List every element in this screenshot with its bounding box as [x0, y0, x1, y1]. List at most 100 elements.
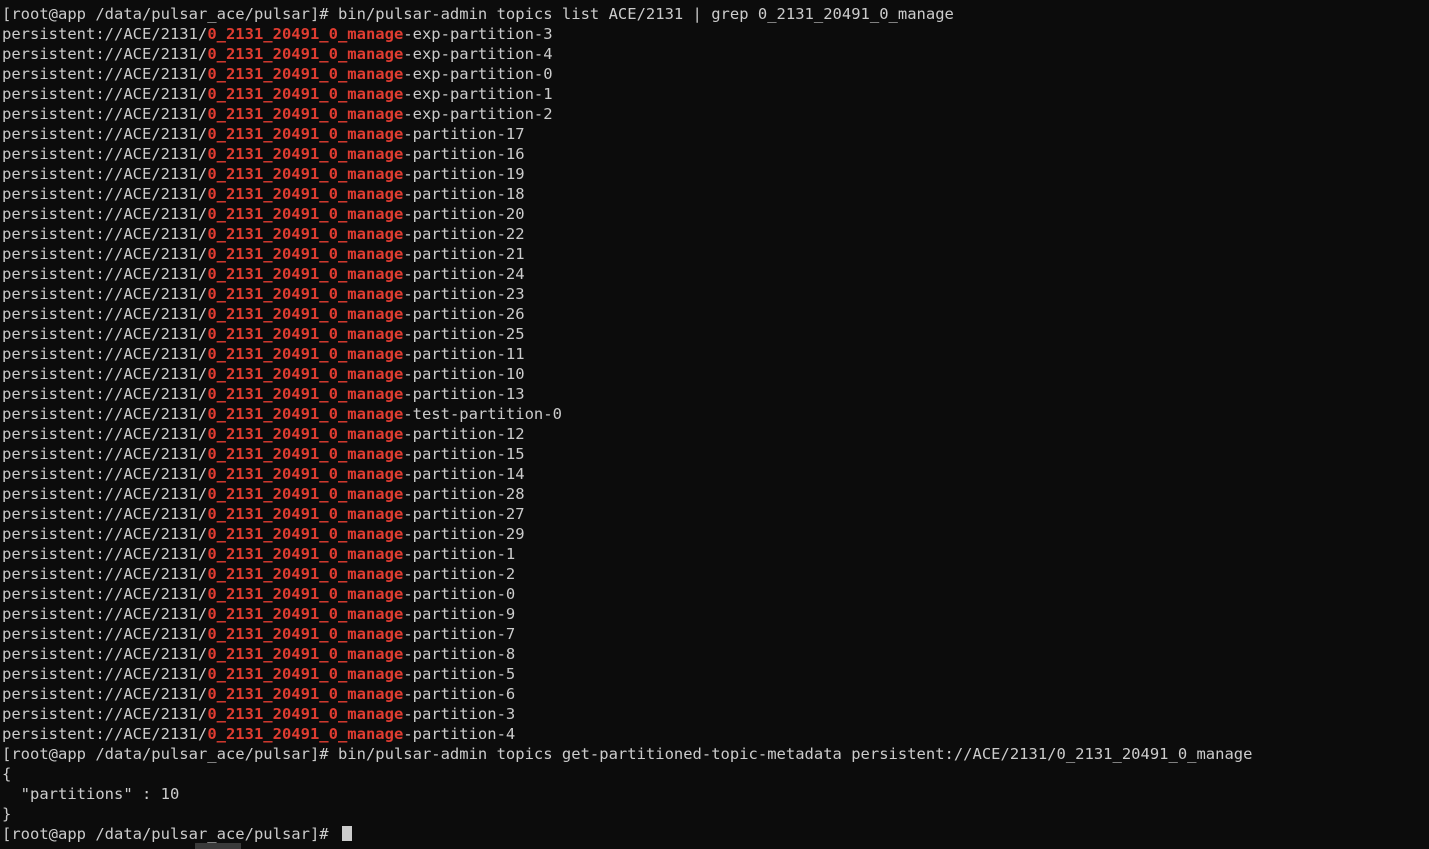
topic-line: persistent://ACE/2131/0_2131_20491_0_man…	[2, 544, 1429, 564]
grep-match: 0_2131_20491_0_manage	[207, 305, 404, 323]
topic-line: persistent://ACE/2131/0_2131_20491_0_man…	[2, 84, 1429, 104]
grep-match: 0_2131_20491_0_manage	[207, 365, 404, 383]
topic-prefix: persistent://ACE/2131/	[2, 185, 208, 203]
terminal-window[interactable]: [root@app /data/pulsar_ace/pulsar]# bin/…	[0, 0, 1429, 849]
prompt: [root@app /data/pulsar_ace/pulsar]#	[2, 745, 338, 763]
topic-prefix: persistent://ACE/2131/	[2, 705, 208, 723]
grep-match: 0_2131_20491_0_manage	[207, 225, 404, 243]
grep-match: 0_2131_20491_0_manage	[207, 285, 404, 303]
grep-match: 0_2131_20491_0_manage	[207, 345, 404, 363]
topic-line: persistent://ACE/2131/0_2131_20491_0_man…	[2, 704, 1429, 724]
prompt: [root@app /data/pulsar_ace/pulsar]#	[2, 5, 338, 23]
topic-line: persistent://ACE/2131/0_2131_20491_0_man…	[2, 164, 1429, 184]
grep-match: 0_2131_20491_0_manage	[207, 445, 404, 463]
topic-line: persistent://ACE/2131/0_2131_20491_0_man…	[2, 124, 1429, 144]
topic-prefix: persistent://ACE/2131/	[2, 485, 208, 503]
topic-suffix: -partition-20	[403, 205, 525, 223]
topic-suffix: -partition-13	[403, 385, 525, 403]
topic-suffix: -partition-29	[403, 525, 525, 543]
topic-prefix: persistent://ACE/2131/	[2, 725, 208, 743]
topic-line: persistent://ACE/2131/0_2131_20491_0_man…	[2, 404, 1429, 424]
topic-line: persistent://ACE/2131/0_2131_20491_0_man…	[2, 624, 1429, 644]
topic-prefix: persistent://ACE/2131/	[2, 305, 208, 323]
topic-suffix: -partition-10	[403, 365, 525, 383]
topic-line: persistent://ACE/2131/0_2131_20491_0_man…	[2, 564, 1429, 584]
topic-suffix: -partition-24	[403, 265, 525, 283]
topic-suffix: -partition-15	[403, 445, 525, 463]
topic-line: persistent://ACE/2131/0_2131_20491_0_man…	[2, 304, 1429, 324]
topic-suffix: -partition-18	[403, 185, 525, 203]
grep-match: 0_2131_20491_0_manage	[207, 465, 404, 483]
grep-match: 0_2131_20491_0_manage	[207, 545, 404, 563]
grep-match: 0_2131_20491_0_manage	[207, 145, 404, 163]
topic-prefix: persistent://ACE/2131/	[2, 425, 208, 443]
grep-match: 0_2131_20491_0_manage	[207, 245, 404, 263]
grep-match: 0_2131_20491_0_manage	[207, 165, 404, 183]
topic-prefix: persistent://ACE/2131/	[2, 405, 208, 423]
topic-prefix: persistent://ACE/2131/	[2, 165, 208, 183]
topic-suffix: -exp-partition-2	[403, 105, 553, 123]
topic-suffix: -partition-14	[403, 465, 525, 483]
grep-match: 0_2131_20491_0_manage	[207, 265, 404, 283]
json-output-line: {	[2, 765, 12, 783]
topic-suffix: -partition-26	[403, 305, 525, 323]
command-text: bin/pulsar-admin topics list ACE/2131 | …	[337, 5, 954, 23]
grep-match: 0_2131_20491_0_manage	[207, 125, 404, 143]
topic-line: persistent://ACE/2131/0_2131_20491_0_man…	[2, 424, 1429, 444]
topic-prefix: persistent://ACE/2131/	[2, 205, 208, 223]
topic-line: persistent://ACE/2131/0_2131_20491_0_man…	[2, 484, 1429, 504]
grep-match: 0_2131_20491_0_manage	[207, 85, 404, 103]
topic-prefix: persistent://ACE/2131/	[2, 225, 208, 243]
topic-prefix: persistent://ACE/2131/	[2, 545, 208, 563]
topic-prefix: persistent://ACE/2131/	[2, 65, 208, 83]
topic-suffix: -partition-28	[403, 485, 525, 503]
grep-match: 0_2131_20491_0_manage	[207, 665, 404, 683]
topic-prefix: persistent://ACE/2131/	[2, 105, 208, 123]
topic-prefix: persistent://ACE/2131/	[2, 685, 208, 703]
topic-prefix: persistent://ACE/2131/	[2, 285, 208, 303]
topic-suffix: -partition-0	[403, 585, 516, 603]
topic-suffix: -partition-23	[403, 285, 525, 303]
topic-line: persistent://ACE/2131/0_2131_20491_0_man…	[2, 644, 1429, 664]
grep-match: 0_2131_20491_0_manage	[207, 325, 404, 343]
topic-list-output: persistent://ACE/2131/0_2131_20491_0_man…	[2, 24, 1429, 744]
topic-suffix: -test-partition-0	[403, 405, 562, 423]
command-text: bin/pulsar-admin topics get-partitioned-…	[337, 745, 1253, 763]
grep-match: 0_2131_20491_0_manage	[207, 45, 404, 63]
topic-suffix: -exp-partition-3	[403, 25, 553, 43]
topic-line: persistent://ACE/2131/0_2131_20491_0_man…	[2, 384, 1429, 404]
topic-prefix: persistent://ACE/2131/	[2, 265, 208, 283]
topic-prefix: persistent://ACE/2131/	[2, 25, 208, 43]
topic-prefix: persistent://ACE/2131/	[2, 325, 208, 343]
scrollbar-thumb[interactable]	[195, 843, 241, 849]
topic-line: persistent://ACE/2131/0_2131_20491_0_man…	[2, 104, 1429, 124]
command-line-3[interactable]: [root@app /data/pulsar_ace/pulsar]#	[2, 824, 1429, 844]
topic-suffix: -partition-16	[403, 145, 525, 163]
topic-line: persistent://ACE/2131/0_2131_20491_0_man…	[2, 504, 1429, 524]
topic-prefix: persistent://ACE/2131/	[2, 565, 208, 583]
topic-prefix: persistent://ACE/2131/	[2, 45, 208, 63]
topic-prefix: persistent://ACE/2131/	[2, 245, 208, 263]
grep-match: 0_2131_20491_0_manage	[207, 25, 404, 43]
topic-suffix: -partition-22	[403, 225, 525, 243]
grep-match: 0_2131_20491_0_manage	[207, 625, 404, 643]
grep-match: 0_2131_20491_0_manage	[207, 385, 404, 403]
topic-suffix: -partition-25	[403, 325, 525, 343]
topic-prefix: persistent://ACE/2131/	[2, 145, 208, 163]
grep-match: 0_2131_20491_0_manage	[207, 505, 404, 523]
topic-line: persistent://ACE/2131/0_2131_20491_0_man…	[2, 444, 1429, 464]
json-output-line: "partitions" : 10	[2, 785, 180, 803]
grep-match: 0_2131_20491_0_manage	[207, 485, 404, 503]
topic-prefix: persistent://ACE/2131/	[2, 345, 208, 363]
topic-line: persistent://ACE/2131/0_2131_20491_0_man…	[2, 64, 1429, 84]
grep-match: 0_2131_20491_0_manage	[207, 105, 404, 123]
topic-prefix: persistent://ACE/2131/	[2, 385, 208, 403]
topic-line: persistent://ACE/2131/0_2131_20491_0_man…	[2, 184, 1429, 204]
topic-prefix: persistent://ACE/2131/	[2, 605, 208, 623]
grep-match: 0_2131_20491_0_manage	[207, 725, 404, 743]
topic-suffix: -partition-4	[403, 725, 516, 743]
topic-prefix: persistent://ACE/2131/	[2, 85, 208, 103]
topic-line: persistent://ACE/2131/0_2131_20491_0_man…	[2, 524, 1429, 544]
topic-prefix: persistent://ACE/2131/	[2, 365, 208, 383]
topic-suffix: -partition-2	[403, 565, 516, 583]
